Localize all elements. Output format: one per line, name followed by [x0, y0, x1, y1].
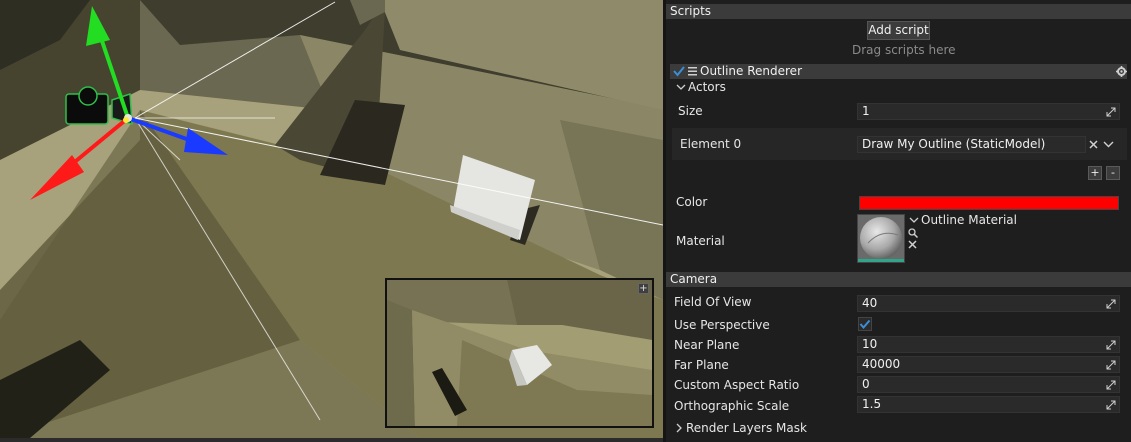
material-name: Outline Material [921, 213, 1017, 227]
expand-arrows-icon[interactable] [1106, 299, 1116, 309]
color-label: Color [676, 195, 708, 209]
element0-value: Draw My Outline (StaticModel) [862, 137, 1046, 151]
expand-arrows-icon[interactable] [1106, 340, 1116, 350]
custom-aspect-ratio-field[interactable]: 0 [857, 376, 1120, 393]
material-label: Material [676, 234, 725, 248]
fov-field[interactable]: 40 [857, 295, 1120, 312]
add-element-button[interactable]: + [1088, 166, 1102, 180]
far-plane-label: Far Plane [674, 358, 729, 372]
orthographic-scale-value: 1.5 [862, 397, 882, 411]
actors-label[interactable]: Actors [688, 80, 726, 94]
close-icon[interactable] [908, 240, 917, 249]
chevron-right-icon[interactable] [676, 423, 683, 433]
scene-viewport[interactable]: + [0, 0, 663, 438]
drag-scripts-hint: Drag scripts here [852, 43, 956, 57]
camera-section-title: Camera [670, 272, 718, 286]
material-thumbnail[interactable] [857, 214, 905, 263]
camera-section-header[interactable]: Camera [666, 272, 1131, 287]
fov-value: 40 [862, 296, 878, 310]
transform-gizmo-icon[interactable] [30, 0, 250, 210]
drag-handle-icon[interactable] [688, 67, 698, 76]
chevron-down-icon[interactable] [1103, 141, 1114, 148]
custom-aspect-ratio-label: Custom Aspect Ratio [674, 378, 800, 392]
far-plane-field[interactable]: 40000 [857, 356, 1120, 373]
search-icon[interactable] [908, 228, 918, 238]
outline-renderer-title: Outline Renderer [700, 64, 802, 78]
expand-arrows-icon[interactable] [1106, 107, 1116, 117]
near-plane-field[interactable]: 10 [857, 336, 1120, 353]
size-label: Size [678, 104, 703, 118]
element0-label: Element 0 [680, 137, 742, 151]
use-perspective-label: Use Perspective [674, 318, 770, 332]
orthographic-scale-field[interactable]: 1.5 [857, 396, 1120, 413]
checkmark-icon [859, 319, 871, 330]
use-perspective-checkbox[interactable] [858, 317, 872, 331]
outline-renderer-header[interactable]: Outline Renderer [670, 64, 1127, 79]
near-plane-value: 10 [862, 337, 878, 351]
expand-arrows-icon[interactable] [1106, 360, 1116, 370]
far-plane-value: 40000 [862, 357, 901, 371]
chevron-down-icon[interactable] [909, 217, 919, 224]
gear-icon[interactable] [1116, 66, 1127, 77]
close-icon[interactable] [1089, 140, 1098, 149]
add-script-button[interactable]: Add script [867, 21, 930, 40]
camera-preview: + [385, 278, 654, 428]
render-layers-mask-label[interactable]: Render Layers Mask [686, 421, 807, 435]
near-plane-label: Near Plane [674, 338, 740, 352]
color-swatch[interactable] [859, 196, 1119, 210]
scripts-section-title: Scripts [670, 4, 712, 18]
camera-preview-render [387, 280, 652, 426]
size-value: 1 [862, 104, 870, 118]
chevron-down-icon[interactable] [676, 84, 686, 91]
checkmark-icon[interactable] [673, 66, 685, 77]
size-field[interactable]: 1 [857, 103, 1120, 120]
fov-label: Field Of View [674, 295, 752, 309]
material-preview-sphere [858, 215, 904, 262]
expand-arrows-icon[interactable] [1106, 380, 1116, 390]
viewport-status-strip [0, 438, 663, 442]
properties-panel: Scripts Add script Drag scripts here Out… [666, 0, 1131, 442]
scripts-section-header[interactable]: Scripts [666, 4, 1131, 19]
remove-element-button[interactable]: - [1106, 166, 1120, 180]
custom-aspect-ratio-value: 0 [862, 377, 870, 391]
element0-field[interactable]: Draw My Outline (StaticModel) [857, 136, 1086, 153]
preview-expand-button[interactable]: + [638, 283, 649, 294]
expand-arrows-icon[interactable] [1106, 400, 1116, 410]
orthographic-scale-label: Orthographic Scale [674, 399, 790, 413]
